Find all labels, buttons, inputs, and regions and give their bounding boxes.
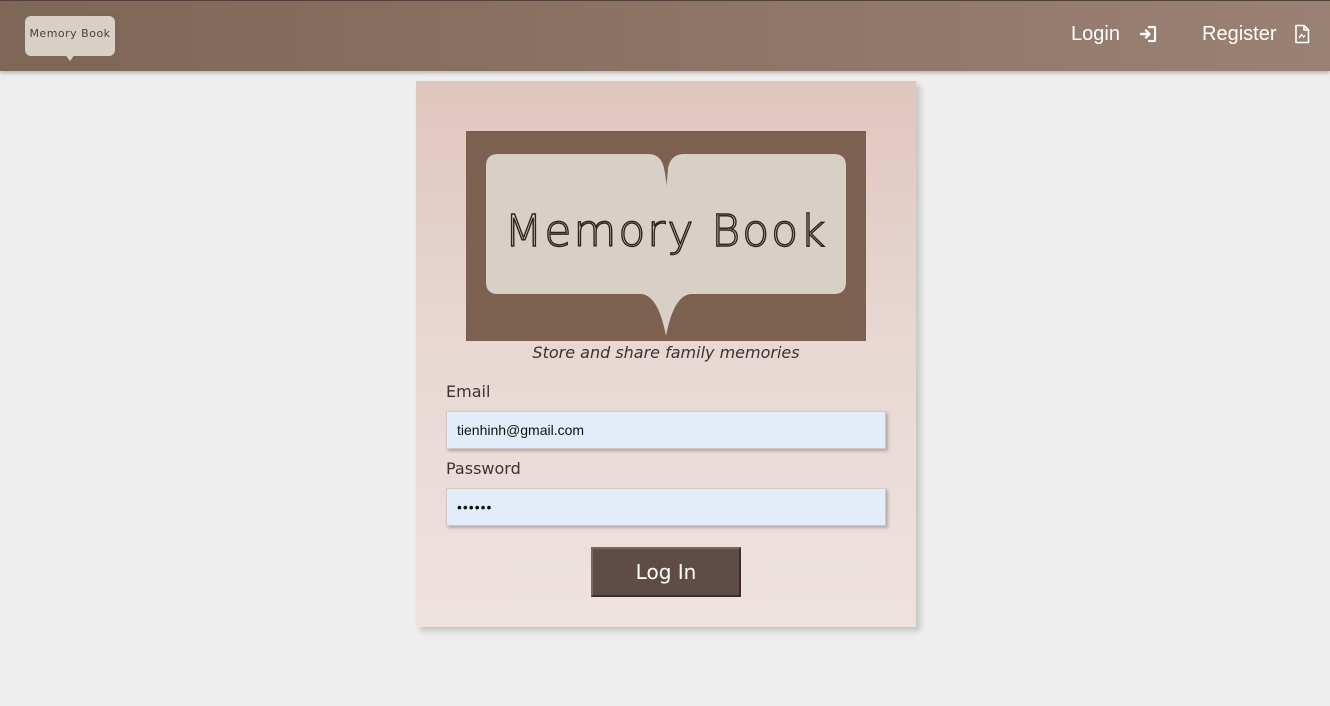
login-card: Memory Book Store and share family memor… xyxy=(416,81,916,627)
nav-logo[interactable]: Memory Book xyxy=(21,11,119,65)
login-button[interactable]: Log In xyxy=(591,547,741,597)
password-label: Password xyxy=(446,459,521,478)
logo-wordmark: Memory Book xyxy=(504,206,827,257)
nav-register-label: Register xyxy=(1202,22,1277,45)
top-navbar: Memory Book Login Register xyxy=(0,0,1330,71)
nav-logo-text: Memory Book xyxy=(29,27,111,40)
nav-login-label: Login xyxy=(1071,22,1120,45)
nav-login-link[interactable]: Login xyxy=(1071,19,1158,49)
nav-register-link[interactable]: Register xyxy=(1202,19,1310,49)
memory-book-logo: Memory Book xyxy=(466,131,866,341)
file-icon xyxy=(1294,24,1310,44)
sign-in-icon xyxy=(1138,24,1158,44)
tagline: Store and share family memories xyxy=(532,343,800,362)
password-field[interactable] xyxy=(446,488,886,526)
email-label: Email xyxy=(446,382,491,401)
email-field[interactable] xyxy=(446,411,886,449)
